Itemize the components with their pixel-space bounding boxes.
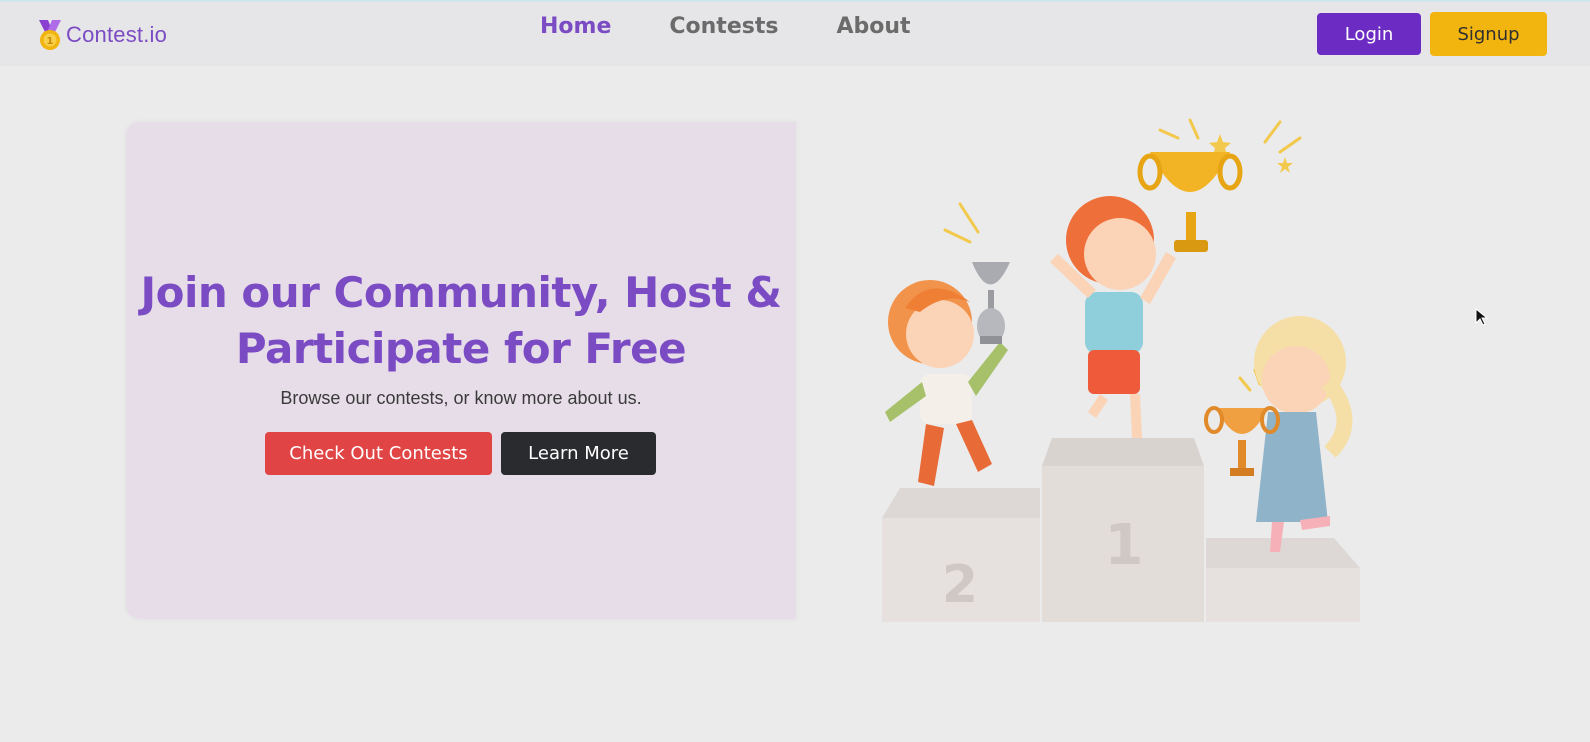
gold-trophy-icon: [1137, 152, 1243, 252]
hero-subtitle: Browse our contests, or know more about …: [280, 388, 642, 408]
learn-more-button[interactable]: Learn More: [501, 432, 656, 475]
kids-podium-trophies-illustration: 2 1: [882, 118, 1360, 622]
check-out-contests-button[interactable]: Check Out Contests: [265, 432, 492, 475]
nav-link-home[interactable]: Home: [540, 14, 611, 39]
nav-links: Home Contests About: [540, 14, 969, 39]
nav-link-about[interactable]: About: [836, 14, 910, 39]
brand-name: Contest.io: [66, 22, 168, 47]
login-button[interactable]: Login: [1317, 13, 1421, 55]
hero-title-line-1: Join our Community, Host &: [140, 268, 783, 317]
brand-logo[interactable]: 1 Contest.io: [36, 18, 167, 52]
svg-text:1: 1: [1105, 513, 1144, 578]
signup-button[interactable]: Signup: [1430, 12, 1547, 56]
silver-trophy-icon: [972, 262, 1010, 344]
hero-title-line-2: Participate for Free: [235, 324, 687, 373]
mouse-cursor-icon: [1475, 308, 1489, 326]
medal-icon: 1: [39, 20, 61, 50]
svg-text:2: 2: [942, 555, 978, 615]
svg-text:1: 1: [47, 36, 54, 47]
hero-title: Join our Community, Host & Participate f…: [140, 265, 783, 377]
nav-link-contests[interactable]: Contests: [669, 14, 778, 39]
navbar: 1 Contest.io Home Contests About Login S…: [0, 2, 1590, 66]
